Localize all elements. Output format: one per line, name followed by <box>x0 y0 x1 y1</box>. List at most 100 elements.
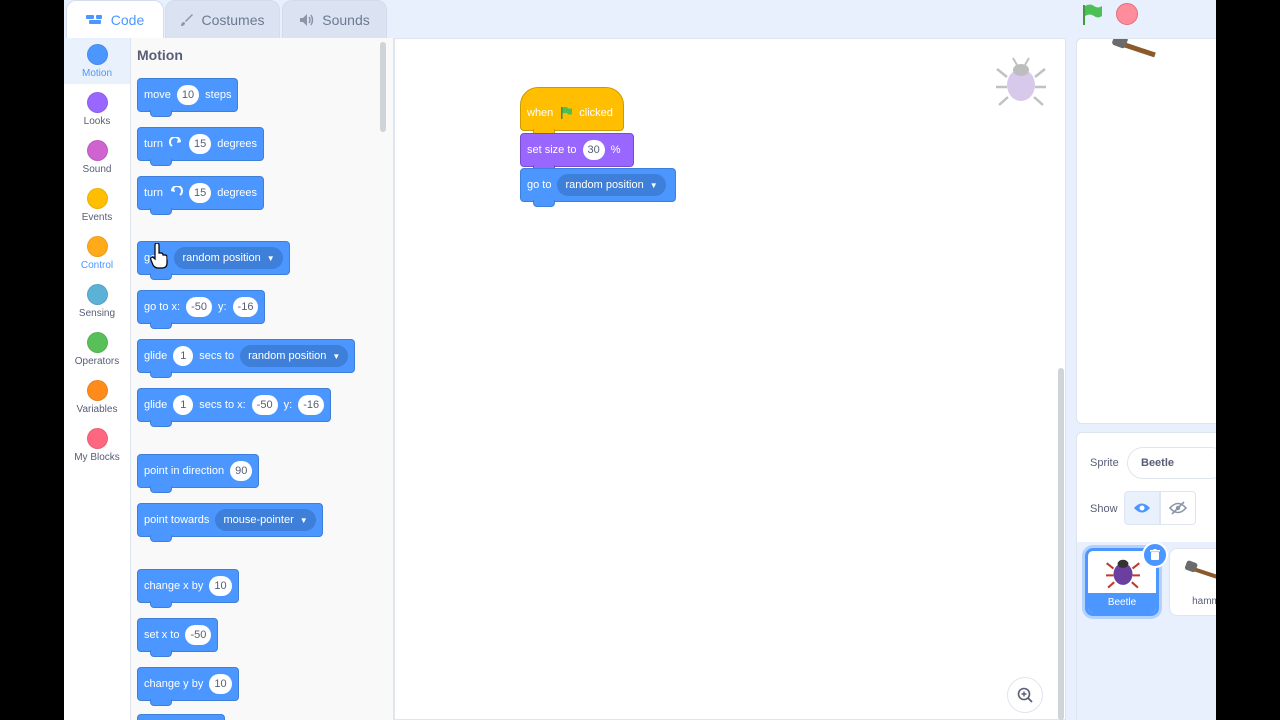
category-motion[interactable]: Motion <box>64 38 130 84</box>
block-turn-left[interactable]: turn 15 degrees <box>137 176 264 215</box>
category-label: Sound <box>82 164 112 175</box>
block-point-towards[interactable]: point towards mouse-pointer ▼ <box>137 503 323 542</box>
category-control[interactable]: Control <box>64 236 130 271</box>
show-label: Show <box>1090 503 1118 515</box>
block-text: point in direction <box>144 465 225 477</box>
stage[interactable] <box>1076 38 1216 424</box>
block-text: y: <box>283 399 293 411</box>
hammer-thumbnail-icon <box>1184 560 1216 579</box>
category-events[interactable]: Events <box>64 188 130 223</box>
tab-sounds[interactable]: Sounds <box>282 0 387 38</box>
block-dropdown[interactable]: random position ▼ <box>174 247 283 269</box>
stop-button[interactable] <box>1116 3 1138 25</box>
block-text: set x to <box>144 629 180 641</box>
eye-icon <box>1134 503 1150 513</box>
sprite-tile-name: hamm <box>1192 596 1216 607</box>
block-input-y[interactable]: -16 <box>232 297 259 317</box>
zoom-in-button[interactable] <box>1007 677 1043 713</box>
zoom-in-icon <box>1017 687 1033 703</box>
sprite-tile-hammer[interactable]: hamm <box>1169 548 1216 616</box>
dropdown-value: random position <box>182 252 261 264</box>
category-label: Operators <box>74 356 120 367</box>
sprite-tile-name: Beetle <box>1088 593 1156 613</box>
show-hidden-button[interactable] <box>1160 491 1196 525</box>
block-input[interactable]: 90 <box>230 461 253 481</box>
script-scrollbar[interactable] <box>1058 368 1064 720</box>
block-text: glide <box>144 399 168 411</box>
block-input[interactable]: 30 <box>582 140 605 160</box>
block-text: % <box>610 144 621 156</box>
dropdown-arrow-icon: ▼ <box>649 180 658 190</box>
palette-scrollbar[interactable] <box>380 42 386 132</box>
category-looks[interactable]: Looks <box>64 92 130 127</box>
script-set-size[interactable]: set size to 30 % <box>520 133 634 172</box>
block-text: secs to <box>199 350 235 362</box>
rotate-left-icon <box>170 186 183 196</box>
show-visible-button[interactable] <box>1124 491 1160 525</box>
block-change-y[interactable]: change y by 10 <box>137 667 239 706</box>
block-change-x[interactable]: change x by 10 <box>137 569 239 608</box>
motion-dot-icon <box>86 44 108 65</box>
tab-costumes[interactable]: Costumes <box>165 0 280 38</box>
block-partial[interactable] <box>137 714 225 720</box>
category-label: My Blocks <box>74 452 120 463</box>
category-variables[interactable]: Variables <box>64 380 130 415</box>
tab-code-label: Code <box>110 11 145 28</box>
mouse-cursor-icon <box>150 243 168 269</box>
script-hat-flag-clicked[interactable]: when clicked <box>520 87 624 136</box>
dropdown-arrow-icon: ▼ <box>332 351 341 361</box>
block-text: change y by <box>144 678 204 690</box>
block-dropdown[interactable]: random position ▼ <box>557 174 666 196</box>
category-menu: Motion Looks Sound Events Control Sensin… <box>64 38 131 720</box>
block-dropdown[interactable]: random position ▼ <box>240 345 349 367</box>
category-my-blocks[interactable]: My Blocks <box>64 428 130 463</box>
block-glide-to[interactable]: glide 1 secs to random position ▼ <box>137 339 356 378</box>
category-label: Looks <box>83 116 111 127</box>
block-dropdown[interactable]: mouse-pointer ▼ <box>215 509 316 531</box>
block-input[interactable]: 10 <box>176 85 200 105</box>
trash-icon <box>1150 549 1160 560</box>
block-text: turn <box>144 187 163 199</box>
block-input-x[interactable]: -50 <box>251 395 278 415</box>
dropdown-arrow-icon: ▼ <box>299 515 308 525</box>
green-flag-icon <box>561 106 573 119</box>
block-input[interactable]: 15 <box>188 183 212 203</box>
block-turn-right[interactable]: turn 15 degrees <box>137 127 264 166</box>
palette-title: Motion <box>137 47 183 63</box>
rotate-right-icon <box>169 137 181 147</box>
block-text: go to <box>527 179 552 191</box>
tab-costumes-label: Costumes <box>201 11 265 28</box>
block-glide-xy[interactable]: glide 1 secs to x: -50 y: -16 <box>137 388 332 427</box>
script-area[interactable]: when clicked set size to 30 % go to rand… <box>394 38 1066 720</box>
scratch-editor: Code Costumes Sounds Motion Looks Sound … <box>64 0 1216 720</box>
block-input[interactable]: 10 <box>209 674 232 694</box>
block-point-direction[interactable]: point in direction 90 <box>137 454 260 493</box>
sprite-name-input[interactable]: Beetle <box>1127 447 1216 479</box>
block-input-x[interactable]: -50 <box>186 297 212 317</box>
script-go-to[interactable]: go to random position ▼ <box>520 168 676 207</box>
block-text: glide <box>144 350 168 362</box>
category-sound[interactable]: Sound <box>64 140 130 175</box>
block-text: y: <box>217 301 227 313</box>
sound-dot-icon <box>86 140 108 161</box>
block-text: degrees <box>217 138 257 150</box>
beetle-thumbnail-icon <box>1106 559 1140 589</box>
block-text: set size to <box>527 144 577 156</box>
block-text: degrees <box>217 187 257 199</box>
block-input[interactable]: 1 <box>173 395 194 415</box>
control-dot-icon <box>86 236 108 257</box>
category-sensing[interactable]: Sensing <box>64 284 130 319</box>
block-go-to-xy[interactable]: go to x: -50 y: -16 <box>137 290 266 329</box>
block-set-x[interactable]: set x to -50 <box>137 618 219 657</box>
delete-sprite-button[interactable] <box>1142 542 1168 568</box>
tab-code[interactable]: Code <box>66 0 164 38</box>
block-input[interactable]: 10 <box>209 576 232 596</box>
green-flag-button[interactable] <box>1080 3 1104 27</box>
block-input[interactable]: 1 <box>173 346 194 366</box>
category-operators[interactable]: Operators <box>64 332 130 367</box>
block-move-steps[interactable]: move 10 steps <box>137 78 239 117</box>
block-input[interactable]: 15 <box>188 134 212 154</box>
block-input[interactable]: -50 <box>185 625 212 645</box>
brush-icon <box>181 13 194 26</box>
block-input-y[interactable]: -16 <box>298 395 325 415</box>
